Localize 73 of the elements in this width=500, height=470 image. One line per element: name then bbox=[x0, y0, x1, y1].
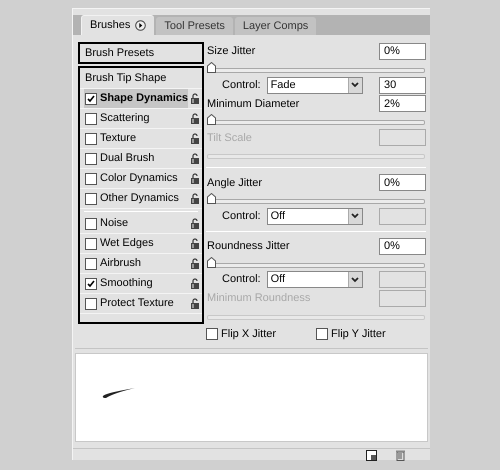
lock-icon[interactable] bbox=[190, 173, 200, 184]
number-field[interactable]: 0% bbox=[379, 43, 426, 60]
list-item[interactable]: Color Dynamics bbox=[84, 169, 188, 188]
lock-icon[interactable] bbox=[190, 153, 200, 164]
number-field bbox=[379, 208, 426, 225]
setting-label: Size Jitter bbox=[207, 44, 256, 60]
control-label: Control: bbox=[222, 209, 261, 224]
control-dropdown[interactable]: Off bbox=[266, 271, 363, 288]
lock-icon[interactable] bbox=[190, 193, 200, 204]
checkbox[interactable] bbox=[85, 92, 97, 104]
brush-presets-item[interactable]: Brush Presets bbox=[78, 42, 204, 64]
checkbox[interactable] bbox=[85, 218, 97, 230]
setting-label: Minimum Diameter bbox=[207, 96, 300, 112]
control-dropdown[interactable]: Off bbox=[266, 208, 363, 225]
list-item[interactable]: Dual Brush bbox=[84, 149, 188, 168]
list-item[interactable]: Protect Texture bbox=[84, 294, 188, 313]
slider-thumb[interactable] bbox=[207, 62, 216, 74]
slider[interactable] bbox=[207, 256, 426, 268]
number-field[interactable]: 2% bbox=[379, 95, 426, 112]
setting-label: Roundness Jitter bbox=[207, 238, 290, 254]
checkbox[interactable] bbox=[85, 238, 97, 250]
control-label: Control: bbox=[222, 272, 261, 288]
checkbox[interactable] bbox=[85, 298, 97, 310]
checkbox-label[interactable]: Flip Y Jitter bbox=[331, 326, 386, 342]
slider-thumb[interactable] bbox=[207, 193, 216, 204]
lock-icon[interactable] bbox=[190, 298, 200, 309]
lock-icon[interactable] bbox=[190, 278, 200, 289]
checkbox[interactable] bbox=[85, 172, 97, 184]
slider[interactable] bbox=[207, 193, 426, 204]
checkbox[interactable] bbox=[85, 258, 97, 270]
lock-icon[interactable] bbox=[190, 218, 200, 229]
list-item[interactable]: Airbrush bbox=[84, 254, 188, 273]
checkbox-label[interactable]: Flip X Jitter bbox=[221, 326, 276, 342]
number-field bbox=[379, 271, 426, 288]
slider[interactable] bbox=[207, 62, 426, 74]
checkbox[interactable] bbox=[85, 192, 97, 204]
setting-label: Angle Jitter bbox=[207, 176, 262, 191]
list-item[interactable]: Other Dynamics bbox=[84, 189, 188, 208]
tab[interactable]: Tool Presets bbox=[156, 17, 233, 35]
list-item[interactable]: Texture bbox=[84, 129, 188, 148]
checkbox[interactable] bbox=[85, 132, 97, 144]
setting-label: Tilt Scale bbox=[207, 130, 252, 146]
lock-icon[interactable] bbox=[190, 93, 200, 104]
number-field[interactable]: 30 bbox=[379, 76, 426, 94]
number-field[interactable]: 0% bbox=[379, 238, 426, 255]
checkbox[interactable] bbox=[316, 328, 328, 340]
list-item[interactable]: Noise bbox=[84, 214, 188, 233]
setting-label: Minimum Roundness bbox=[207, 291, 310, 306]
slider-thumb[interactable] bbox=[207, 114, 216, 126]
lock-icon[interactable] bbox=[190, 238, 200, 249]
number-field bbox=[379, 290, 426, 307]
lock-icon[interactable] bbox=[190, 133, 200, 144]
tab[interactable]: Brushes bbox=[81, 15, 154, 35]
slider[interactable] bbox=[207, 114, 426, 126]
list-item[interactable]: Smoothing bbox=[84, 274, 188, 293]
list-item[interactable]: Wet Edges bbox=[84, 234, 188, 253]
list-item[interactable]: Scattering bbox=[84, 109, 188, 128]
checkbox[interactable] bbox=[85, 112, 97, 124]
trash-icon[interactable] bbox=[395, 449, 406, 461]
checkbox[interactable] bbox=[85, 152, 97, 164]
control-label: Control: bbox=[222, 78, 261, 93]
lock-icon[interactable] bbox=[190, 113, 200, 124]
number-field bbox=[379, 129, 426, 146]
brush-stroke-drawing bbox=[102, 387, 136, 399]
number-field[interactable]: 0% bbox=[379, 174, 426, 192]
slider-thumb[interactable] bbox=[207, 256, 216, 268]
control-dropdown[interactable]: Fade bbox=[266, 76, 363, 94]
checkbox[interactable] bbox=[85, 278, 97, 290]
list-item[interactable]: Shape Dynamics bbox=[84, 89, 188, 108]
lock-icon[interactable] bbox=[190, 258, 200, 269]
checkbox[interactable] bbox=[206, 328, 218, 340]
tab[interactable]: Layer Comps bbox=[234, 17, 316, 35]
new-brush-icon[interactable] bbox=[366, 450, 377, 460]
